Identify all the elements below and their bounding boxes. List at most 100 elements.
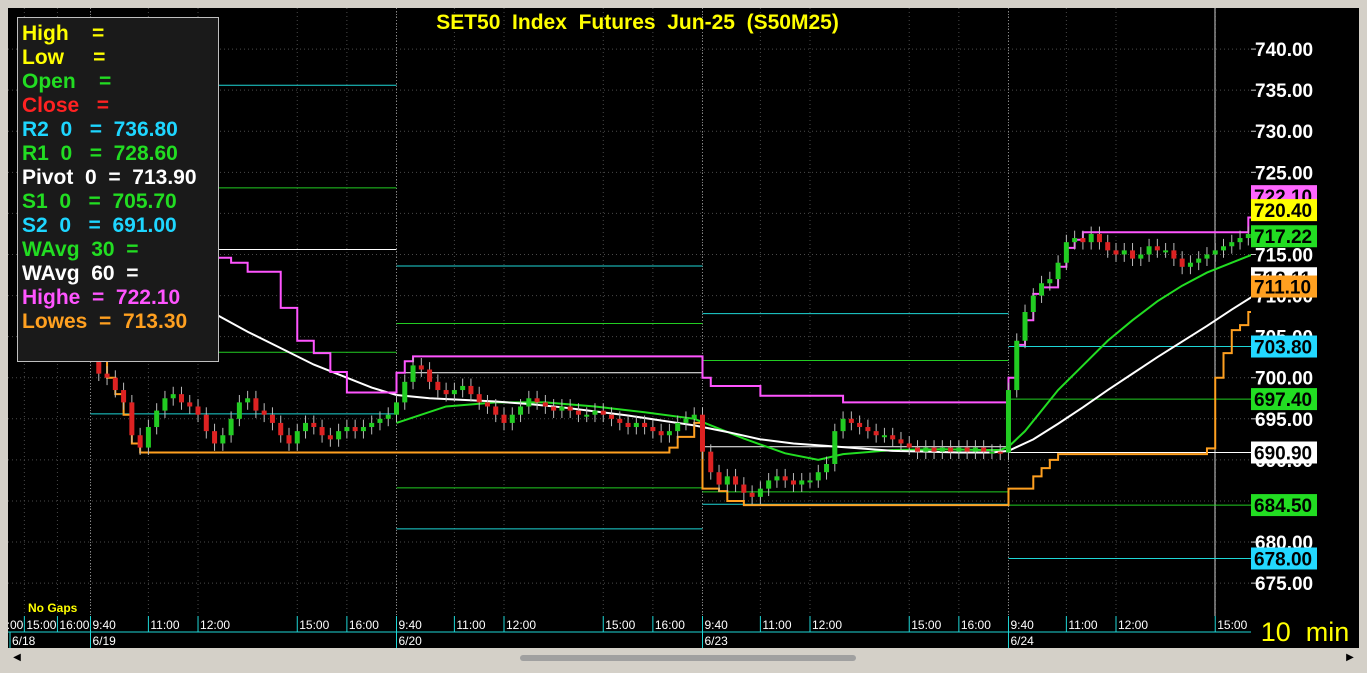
time-tick-label: 11:00 <box>456 618 485 632</box>
candle-up <box>584 414 590 417</box>
candle-up <box>1163 250 1169 253</box>
info-line: WAvg 30 = <box>22 238 139 261</box>
time-tick-label: 9:40 <box>1010 618 1034 632</box>
plot-area[interactable]: SET50 Index Futures Jun-25 (S50M25) No G… <box>8 8 1315 616</box>
candle-down <box>493 406 499 415</box>
candle-up <box>1187 262 1193 267</box>
candle-up <box>1196 258 1202 263</box>
candle-down <box>195 406 201 415</box>
info-line: Pivot 0 = 713.90 <box>22 166 197 189</box>
time-tick-label: 16:00 <box>961 618 991 632</box>
series-line-highe <box>98 148 1307 404</box>
candle-down <box>269 414 275 423</box>
candle-up <box>1121 250 1127 255</box>
candle-down <box>1113 250 1119 255</box>
time-axis[interactable]: 14:0015:0016:009:4011:0012:0015:0016:009… <box>0 616 1251 648</box>
info-line: Open = <box>22 70 112 93</box>
price-tick-label: 715.00 <box>1255 245 1313 266</box>
candle-down <box>278 422 284 436</box>
time-tick-label: 11:00 <box>150 618 179 632</box>
candle-up <box>394 402 399 415</box>
candle-down <box>575 410 581 415</box>
candle-up <box>1229 242 1235 247</box>
candle-up <box>972 447 978 452</box>
candle-up <box>303 422 309 432</box>
candle-up <box>840 418 846 432</box>
date-label: 6/18 <box>12 634 36 648</box>
candle-up <box>145 427 151 448</box>
interval-indicator[interactable]: 10 min <box>1251 616 1359 648</box>
candle-up <box>592 410 598 415</box>
price-axis[interactable]: 675.00680.00685.00690.00695.00700.00705.… <box>1241 8 1359 616</box>
candle-up <box>881 435 887 438</box>
date-label: 6/19 <box>93 634 117 648</box>
time-tick-label: 11:00 <box>1068 618 1097 632</box>
info-line: High = <box>22 22 105 45</box>
info-line: Lowes = 713.30 <box>22 310 188 333</box>
candle-up <box>518 406 524 415</box>
candle-up <box>245 398 251 403</box>
candle-up <box>236 402 242 419</box>
date-label: 6/24 <box>1010 634 1034 648</box>
time-axis-svg: 14:0015:0016:009:4011:0012:0015:0016:009… <box>0 616 1251 648</box>
candle-down <box>790 480 796 485</box>
candle-up <box>344 427 350 432</box>
info-line: Highe = 722.10 <box>22 286 181 309</box>
candle-down <box>534 398 540 403</box>
candle-down <box>716 472 722 485</box>
time-tick-label: 11:00 <box>762 618 791 632</box>
candle-up <box>1063 242 1069 263</box>
candle-up <box>1146 246 1152 255</box>
price-tick-label: 675.00 <box>1255 574 1313 595</box>
candle-down <box>443 390 449 395</box>
time-tick-label: 9:40 <box>704 618 728 632</box>
candle-down <box>625 422 631 428</box>
candle-down <box>484 402 490 407</box>
candle-down <box>708 451 714 473</box>
candle-up <box>799 480 805 485</box>
price-label: 690.90 <box>1254 443 1312 464</box>
candle-up <box>162 398 168 411</box>
candle-down <box>1171 250 1177 259</box>
interval-label: 10 min <box>1260 617 1350 647</box>
time-tick-label: 16:00 <box>349 618 379 632</box>
candle-up <box>691 414 697 419</box>
candle-down <box>741 484 747 493</box>
scroll-left-button[interactable]: ◀ <box>10 651 24 665</box>
candle-down <box>699 414 705 452</box>
price-tick-label: 730.00 <box>1255 122 1313 143</box>
candle-down <box>286 435 292 444</box>
candle-down <box>1080 238 1086 243</box>
candle-down <box>997 451 1003 454</box>
candle-up <box>832 431 838 464</box>
candle-up <box>336 431 342 440</box>
info-line: S1 0 = 705.70 <box>22 190 177 213</box>
candle-down <box>427 369 433 382</box>
candle-up <box>385 414 391 419</box>
info-line: Close = <box>22 94 109 117</box>
candle-up <box>1005 390 1011 453</box>
candle-down <box>650 427 656 432</box>
price-tick-label: 735.00 <box>1255 81 1313 102</box>
candle-up <box>807 480 813 483</box>
scroll-right-button[interactable]: ▶ <box>1343 651 1357 665</box>
candle-up <box>666 431 672 436</box>
date-label: 6/23 <box>704 634 728 648</box>
candle-down <box>749 492 755 497</box>
time-tick-label: 12:00 <box>506 618 536 632</box>
candle-down <box>319 427 325 436</box>
candle-down <box>137 435 143 448</box>
scrollbar-thumb[interactable] <box>520 655 856 661</box>
horizontal-scrollbar[interactable]: ◀ ▶ <box>8 650 1359 666</box>
candle-up <box>369 422 375 428</box>
candle-down <box>178 394 184 403</box>
candle-up <box>956 447 962 452</box>
candle-up <box>1022 312 1028 341</box>
candle-down <box>617 418 623 423</box>
time-tick-label: 15:00 <box>26 618 56 632</box>
candle-down <box>609 414 615 419</box>
candle-down <box>567 406 573 411</box>
candle-up <box>824 464 830 473</box>
candle-up <box>170 394 176 399</box>
indicator-lines <box>98 148 1307 507</box>
